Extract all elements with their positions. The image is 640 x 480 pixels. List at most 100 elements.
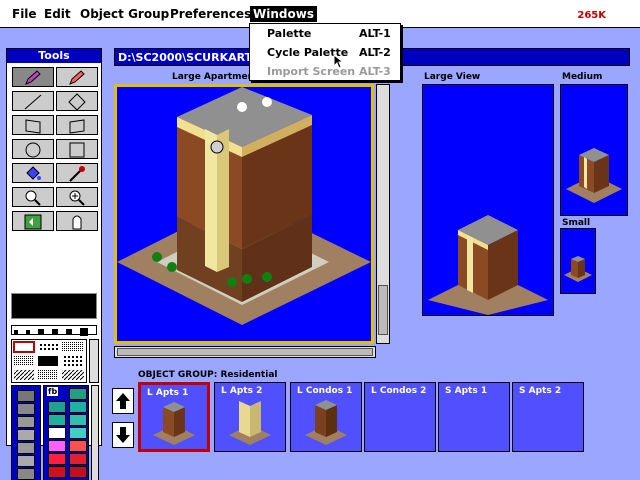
large-apartment-building-image <box>117 87 371 325</box>
color-swatch[interactable] <box>17 390 35 402</box>
tile-label: S Apts 2 <box>519 386 562 396</box>
edit-canvas[interactable] <box>114 84 374 344</box>
gray-palette[interactable] <box>11 385 41 480</box>
tools-panel: Tools fb <box>6 48 102 480</box>
parallelogram-right-icon <box>69 119 85 134</box>
object-tile-l-apts-1[interactable]: L Apts 1 <box>138 382 210 452</box>
pencil-tool[interactable] <box>12 67 54 87</box>
scroll-thumb[interactable] <box>117 348 373 356</box>
building-thumbnail-image <box>305 400 347 445</box>
memory-indicator: 265K <box>577 10 606 21</box>
diamond-tool[interactable] <box>56 91 98 111</box>
canvas-horizontal-scrollbar[interactable] <box>114 346 376 358</box>
menu-edit[interactable]: Edit <box>41 6 74 22</box>
file-path: D:\SC2000\SCURKART\ <box>118 51 257 64</box>
building-thumbnail-image <box>229 401 271 445</box>
menu-item-palette[interactable]: Palette ALT-1 <box>250 25 400 43</box>
medium-preview <box>560 84 628 216</box>
object-tile-l-apts-2[interactable]: L Apts 2 <box>214 382 286 452</box>
object-tile-s-apts-1[interactable]: S Apts 1 <box>438 382 510 452</box>
paint-bucket-icon <box>26 166 41 180</box>
circle-tool[interactable] <box>12 139 54 159</box>
object-group-label: OBJECT GROUP: Residential <box>138 370 277 380</box>
brush-size-selector[interactable] <box>11 325 97 336</box>
building-thumbnail-image <box>153 402 195 445</box>
swap-icon <box>24 214 42 230</box>
color-swatch[interactable] <box>48 427 66 439</box>
pattern-selector[interactable] <box>11 339 87 383</box>
color-swatch[interactable] <box>17 455 35 467</box>
large-view-label: Large View <box>424 72 481 82</box>
color-swatch[interactable] <box>48 440 66 452</box>
menu-item-import-screen: Import Screen ALT-3 <box>250 63 400 81</box>
line-tool[interactable] <box>12 91 54 111</box>
parallelogram-left-tool[interactable] <box>12 115 54 135</box>
menu-file[interactable]: File <box>9 6 40 22</box>
eyedropper-tool[interactable] <box>56 163 98 183</box>
menu-item-label: Palette <box>267 27 312 40</box>
color-swatch[interactable] <box>69 453 87 465</box>
color-swatch[interactable] <box>69 440 87 452</box>
color-swatch[interactable] <box>69 388 87 400</box>
menu-windows[interactable]: Windows <box>250 6 317 22</box>
eraser-pencil-tool[interactable] <box>56 67 98 87</box>
zoom-out-icon <box>25 190 41 206</box>
tile-label: S Apts 1 <box>445 386 488 396</box>
rectangle-tool[interactable] <box>56 139 98 159</box>
brush-sizes-icon <box>14 328 88 336</box>
scroll-down-button[interactable] <box>112 422 134 448</box>
line-icon <box>24 94 42 110</box>
menu-object-group[interactable]: Object Group <box>77 6 172 22</box>
canvas-vertical-scrollbar[interactable] <box>376 84 390 344</box>
color-swatch[interactable] <box>48 414 66 426</box>
pattern-scrollbar[interactable] <box>89 339 99 383</box>
color-swatch[interactable] <box>17 416 35 428</box>
pencil-icon <box>25 70 41 85</box>
rectangle-icon <box>69 142 85 158</box>
current-color-display <box>11 293 97 319</box>
palette-label: fb <box>47 387 59 396</box>
color-swatch[interactable] <box>17 442 35 454</box>
menu-item-cycle-palette[interactable]: Cycle Palette ALT-2 <box>250 44 400 62</box>
tile-label: L Condos 2 <box>371 386 427 396</box>
arrow-up-icon <box>116 393 130 409</box>
ghost-icon <box>72 215 82 230</box>
paint-bucket-tool[interactable] <box>12 163 54 183</box>
small-view-label: Small <box>562 218 591 228</box>
eraser-pencil-icon <box>69 70 85 85</box>
tools-title: Tools <box>7 49 101 63</box>
object-group-value: Residential <box>220 370 278 380</box>
parallelogram-right-tool[interactable] <box>56 115 98 135</box>
main-view-label: Large Apartment <box>172 72 259 82</box>
ghost-tool[interactable] <box>56 211 98 231</box>
medium-preview-building-image <box>566 148 622 203</box>
color-swatch[interactable] <box>69 401 87 413</box>
palette-scrollbar[interactable] <box>91 385 99 480</box>
color-swatch[interactable] <box>48 466 66 478</box>
arrow-down-icon <box>116 427 130 443</box>
color-swatch[interactable] <box>69 466 87 478</box>
color-swatch[interactable] <box>69 427 87 439</box>
color-swatch[interactable] <box>69 414 87 426</box>
object-tile-s-apts-2[interactable]: S Apts 2 <box>512 382 584 452</box>
scroll-up-button[interactable] <box>112 388 134 414</box>
large-preview-building-image <box>428 215 548 315</box>
scroll-thumb[interactable] <box>378 285 388 335</box>
zoom-in-tool[interactable] <box>56 187 98 207</box>
color-swatch[interactable] <box>17 468 35 480</box>
color-swatch[interactable] <box>17 429 35 441</box>
color-swatch[interactable] <box>48 401 66 413</box>
small-preview <box>560 228 596 294</box>
zoom-out-tool[interactable] <box>12 187 54 207</box>
zoom-in-icon <box>69 190 85 206</box>
swap-tool[interactable] <box>12 211 54 231</box>
menu-preferences[interactable]: Preferences <box>167 6 254 22</box>
object-tile-l-condos-1[interactable]: L Condos 1 <box>290 382 362 452</box>
small-preview-building-image <box>564 256 592 282</box>
pattern-swatches-icon <box>13 341 84 380</box>
color-swatch[interactable] <box>48 453 66 465</box>
object-tile-l-condos-2[interactable]: L Condos 2 <box>364 382 436 452</box>
color-swatch[interactable] <box>17 403 35 415</box>
circle-icon <box>25 142 41 158</box>
color-palette[interactable]: fb <box>43 385 89 480</box>
